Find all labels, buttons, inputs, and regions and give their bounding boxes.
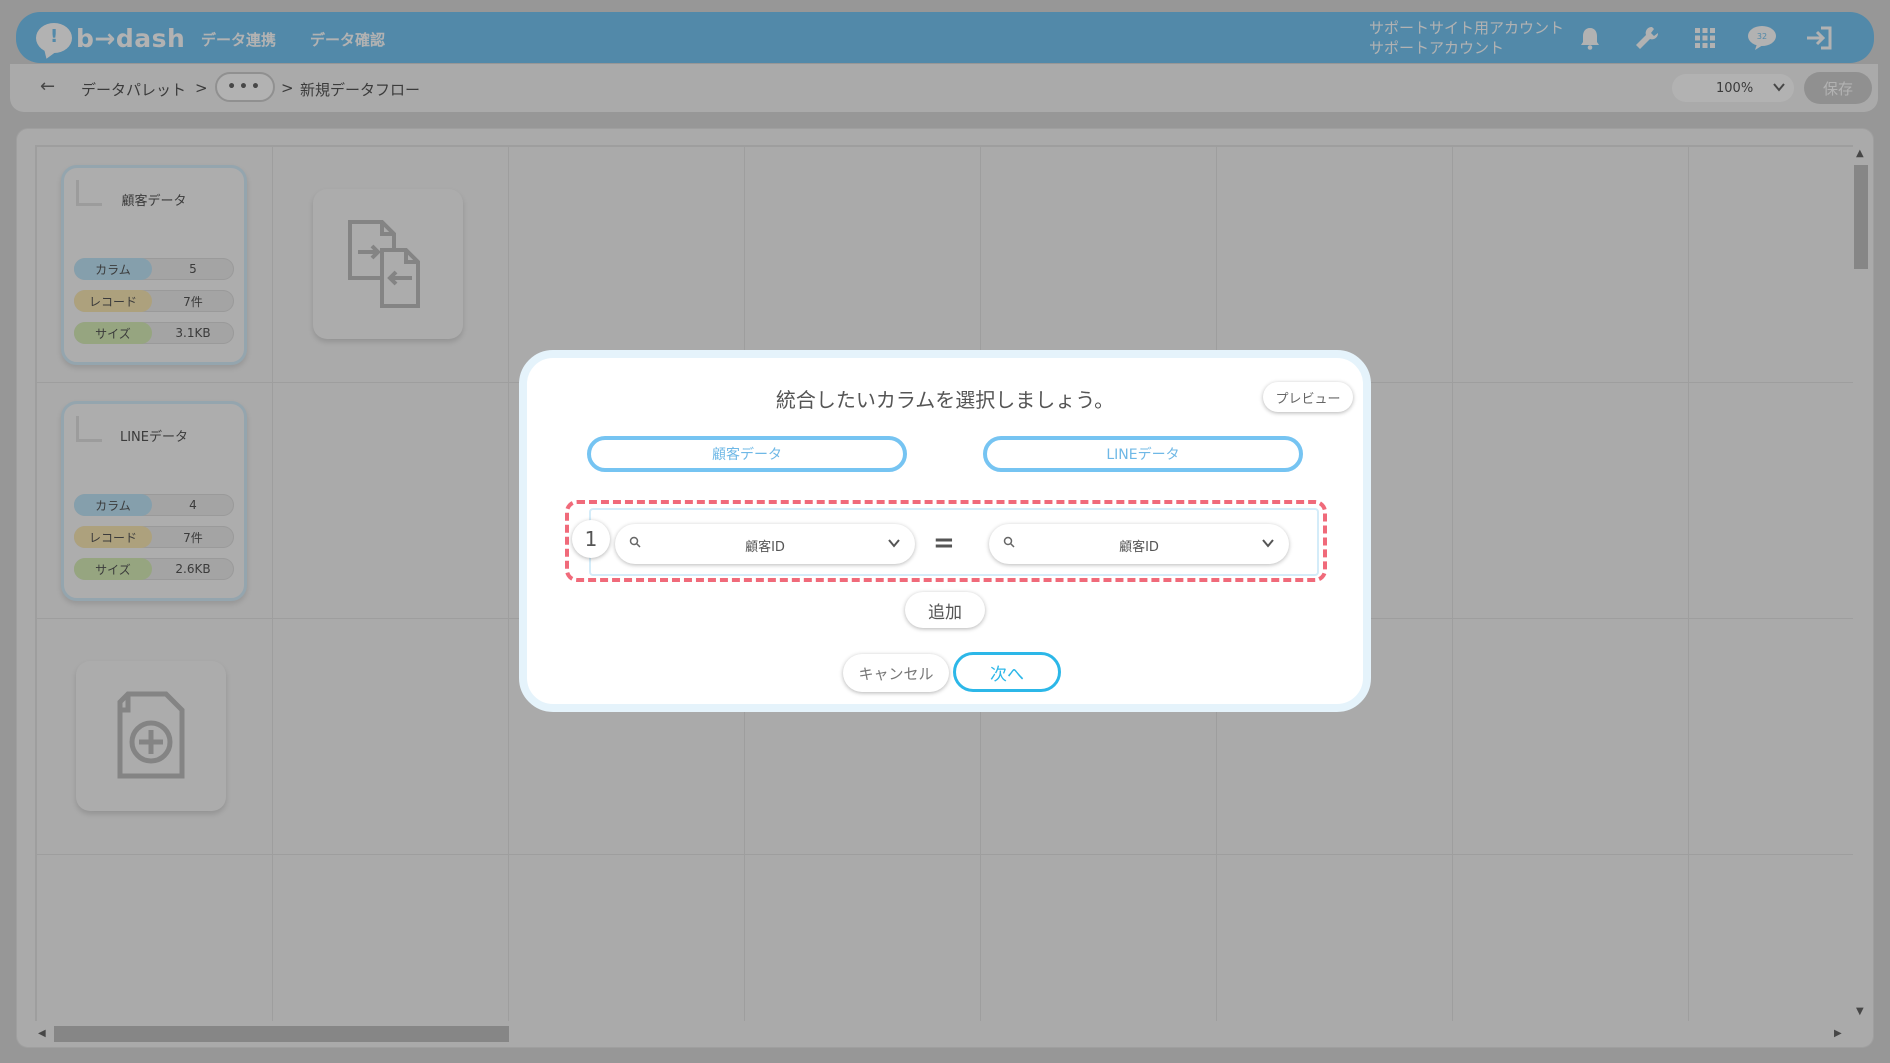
left-column-select[interactable]: 顧客ID [615, 524, 915, 564]
dialog-title: 統合したいカラムを選択しましょう。 [775, 388, 1115, 412]
chevron-down-icon [888, 539, 900, 548]
right-column-value: 顧客ID [1119, 540, 1159, 555]
preview-button[interactable]: プレビュー [1263, 382, 1353, 412]
add-mapping-button[interactable]: 追加 [905, 592, 985, 628]
left-source-tab[interactable]: 顧客データ [587, 436, 907, 472]
column-mapping-row: 顧客ID = 顧客ID 1 [565, 500, 1327, 582]
left-column-value: 顧客ID [745, 540, 785, 555]
chevron-down-icon [1262, 539, 1274, 548]
cancel-button[interactable]: キャンセル [843, 654, 949, 692]
next-button[interactable]: 次へ [953, 652, 1061, 692]
right-source-tab[interactable]: LINEデータ [983, 436, 1303, 472]
row-number-badge: 1 [572, 520, 610, 558]
right-column-select[interactable]: 顧客ID [989, 524, 1289, 564]
merge-column-dialog: 統合したいカラムを選択しましょう。 プレビュー 顧客データ LINEデータ 顧客… [519, 350, 1371, 712]
equals-sign: = [933, 528, 955, 558]
mapping-row-inner: 顧客ID = 顧客ID [589, 508, 1319, 576]
